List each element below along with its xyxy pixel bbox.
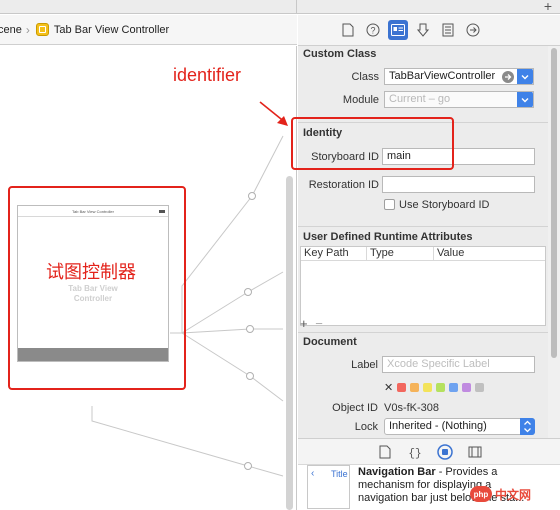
module-value: Current – go	[389, 93, 451, 105]
segue-node-icon[interactable]	[248, 192, 256, 200]
doc-label-placeholder: Xcode Specific Label	[387, 358, 490, 370]
inspector-toolbar: ?	[298, 15, 560, 46]
thumb-title: Title	[331, 469, 348, 479]
section-divider	[298, 226, 548, 227]
identity-highlight-box	[291, 117, 454, 170]
custom-class-heading: Custom Class	[303, 48, 377, 60]
object-id-label: Object ID	[332, 402, 378, 414]
canvas-scrollbar[interactable]	[286, 176, 293, 510]
label-color-green[interactable]	[436, 383, 445, 392]
lock-select[interactable]: Inherited - (Nothing)	[384, 418, 535, 435]
library-toolbar: {}	[298, 438, 560, 465]
udra-heading: User Defined Runtime Attributes	[303, 231, 473, 243]
udra-table-header: Key Path Type Value	[301, 247, 545, 261]
window-top-strip: +	[0, 0, 560, 14]
class-value: TabBarViewController	[389, 70, 496, 82]
udra-remove-button[interactable]: −	[315, 316, 323, 331]
add-tab-icon[interactable]: +	[544, 0, 552, 14]
label-color-purple[interactable]	[462, 383, 471, 392]
doc-label-label: Label	[351, 359, 378, 371]
object-id-value: V0s-fK-308	[384, 402, 440, 414]
label-color-blue[interactable]	[449, 383, 458, 392]
label-color-red[interactable]	[397, 383, 406, 392]
label-color-gray[interactable]	[475, 383, 484, 392]
udra-col-type[interactable]: Type	[367, 247, 434, 260]
module-label: Module	[342, 94, 379, 106]
help-icon[interactable]: ?	[363, 20, 383, 40]
restoration-id-field[interactable]	[382, 176, 535, 193]
use-storyboard-id-label: Use Storyboard ID	[399, 199, 490, 211]
breadcrumb-scene[interactable]: cene	[0, 24, 22, 36]
php-watermark: php 中文网	[470, 484, 555, 504]
udra-add-button[interactable]: +	[300, 316, 308, 331]
scene-annotation-label: 试图控制器	[46, 262, 136, 283]
udra-footer: + −	[300, 316, 323, 331]
thumb-back-chevron: ‹	[311, 468, 315, 479]
file-icon[interactable]	[338, 20, 358, 40]
object-library-icon[interactable]	[435, 442, 455, 462]
identity-inspector: Custom Class Class TabBarViewController …	[298, 46, 548, 438]
udra-table[interactable]: Key Path Type Value	[300, 246, 546, 326]
restoration-id-label: Restoration ID	[308, 179, 379, 191]
inspector-scroll-thumb[interactable]	[551, 48, 557, 358]
module-dropdown-chevron-icon[interactable]	[517, 92, 533, 107]
library-item-name: Navigation Bar	[358, 466, 436, 478]
udra-col-value[interactable]: Value	[434, 247, 545, 260]
breadcrumb-controller[interactable]: Tab Bar View Controller	[54, 24, 169, 36]
class-go-arrow-icon[interactable]	[502, 71, 514, 83]
view-controller-icon	[35, 23, 49, 36]
use-storyboard-id-checkbox[interactable]	[384, 199, 395, 210]
module-combo[interactable]: Current – go	[384, 91, 534, 108]
section-divider	[298, 332, 548, 333]
file-template-icon[interactable]	[375, 442, 395, 462]
connections-icon[interactable]	[463, 20, 483, 40]
doc-label-field[interactable]: Xcode Specific Label	[382, 356, 535, 373]
identifier-annotation-label: identifier	[173, 65, 242, 85]
code-snippet-icon[interactable]: {}	[405, 442, 425, 462]
class-dropdown-chevron-icon[interactable]	[517, 69, 533, 84]
attributes-icon[interactable]	[413, 20, 433, 40]
svg-text:{}: {}	[408, 448, 421, 459]
watermark-site: 中文网	[495, 487, 532, 502]
jump-bar: cene › Tab Bar View Controller	[0, 15, 297, 45]
label-color-swatches: ✕	[384, 381, 484, 394]
label-color-orange[interactable]	[410, 383, 419, 392]
php-logo: php	[470, 486, 492, 502]
segue-node-icon[interactable]	[244, 462, 252, 470]
class-combo[interactable]: TabBarViewController	[384, 68, 534, 85]
size-icon[interactable]	[438, 20, 458, 40]
svg-text:?: ?	[370, 26, 375, 36]
breadcrumb-chevron-icon: ›	[25, 22, 30, 37]
label-color-yellow[interactable]	[423, 383, 432, 392]
scene-highlight-box	[8, 186, 186, 390]
inspector-scrollbar[interactable]	[548, 46, 560, 438]
navigation-bar-thumbnail-icon: ‹ Title	[307, 465, 350, 509]
annotation-arrow-icon	[259, 101, 288, 126]
lock-label: Lock	[354, 421, 378, 433]
lock-value: Inherited - (Nothing)	[389, 420, 487, 432]
segue-node-icon[interactable]	[244, 288, 252, 296]
media-library-icon[interactable]	[465, 442, 485, 462]
class-label: Class	[351, 71, 379, 83]
identity-icon[interactable]	[388, 20, 408, 40]
udra-col-key-path[interactable]: Key Path	[301, 247, 367, 260]
document-heading: Document	[303, 336, 357, 348]
segue-node-icon[interactable]	[246, 372, 254, 380]
top-divider	[296, 0, 297, 14]
segue-node-icon[interactable]	[246, 325, 254, 333]
remove-color-icon[interactable]: ✕	[384, 381, 393, 394]
lock-select-chevron-icon[interactable]	[520, 418, 535, 435]
